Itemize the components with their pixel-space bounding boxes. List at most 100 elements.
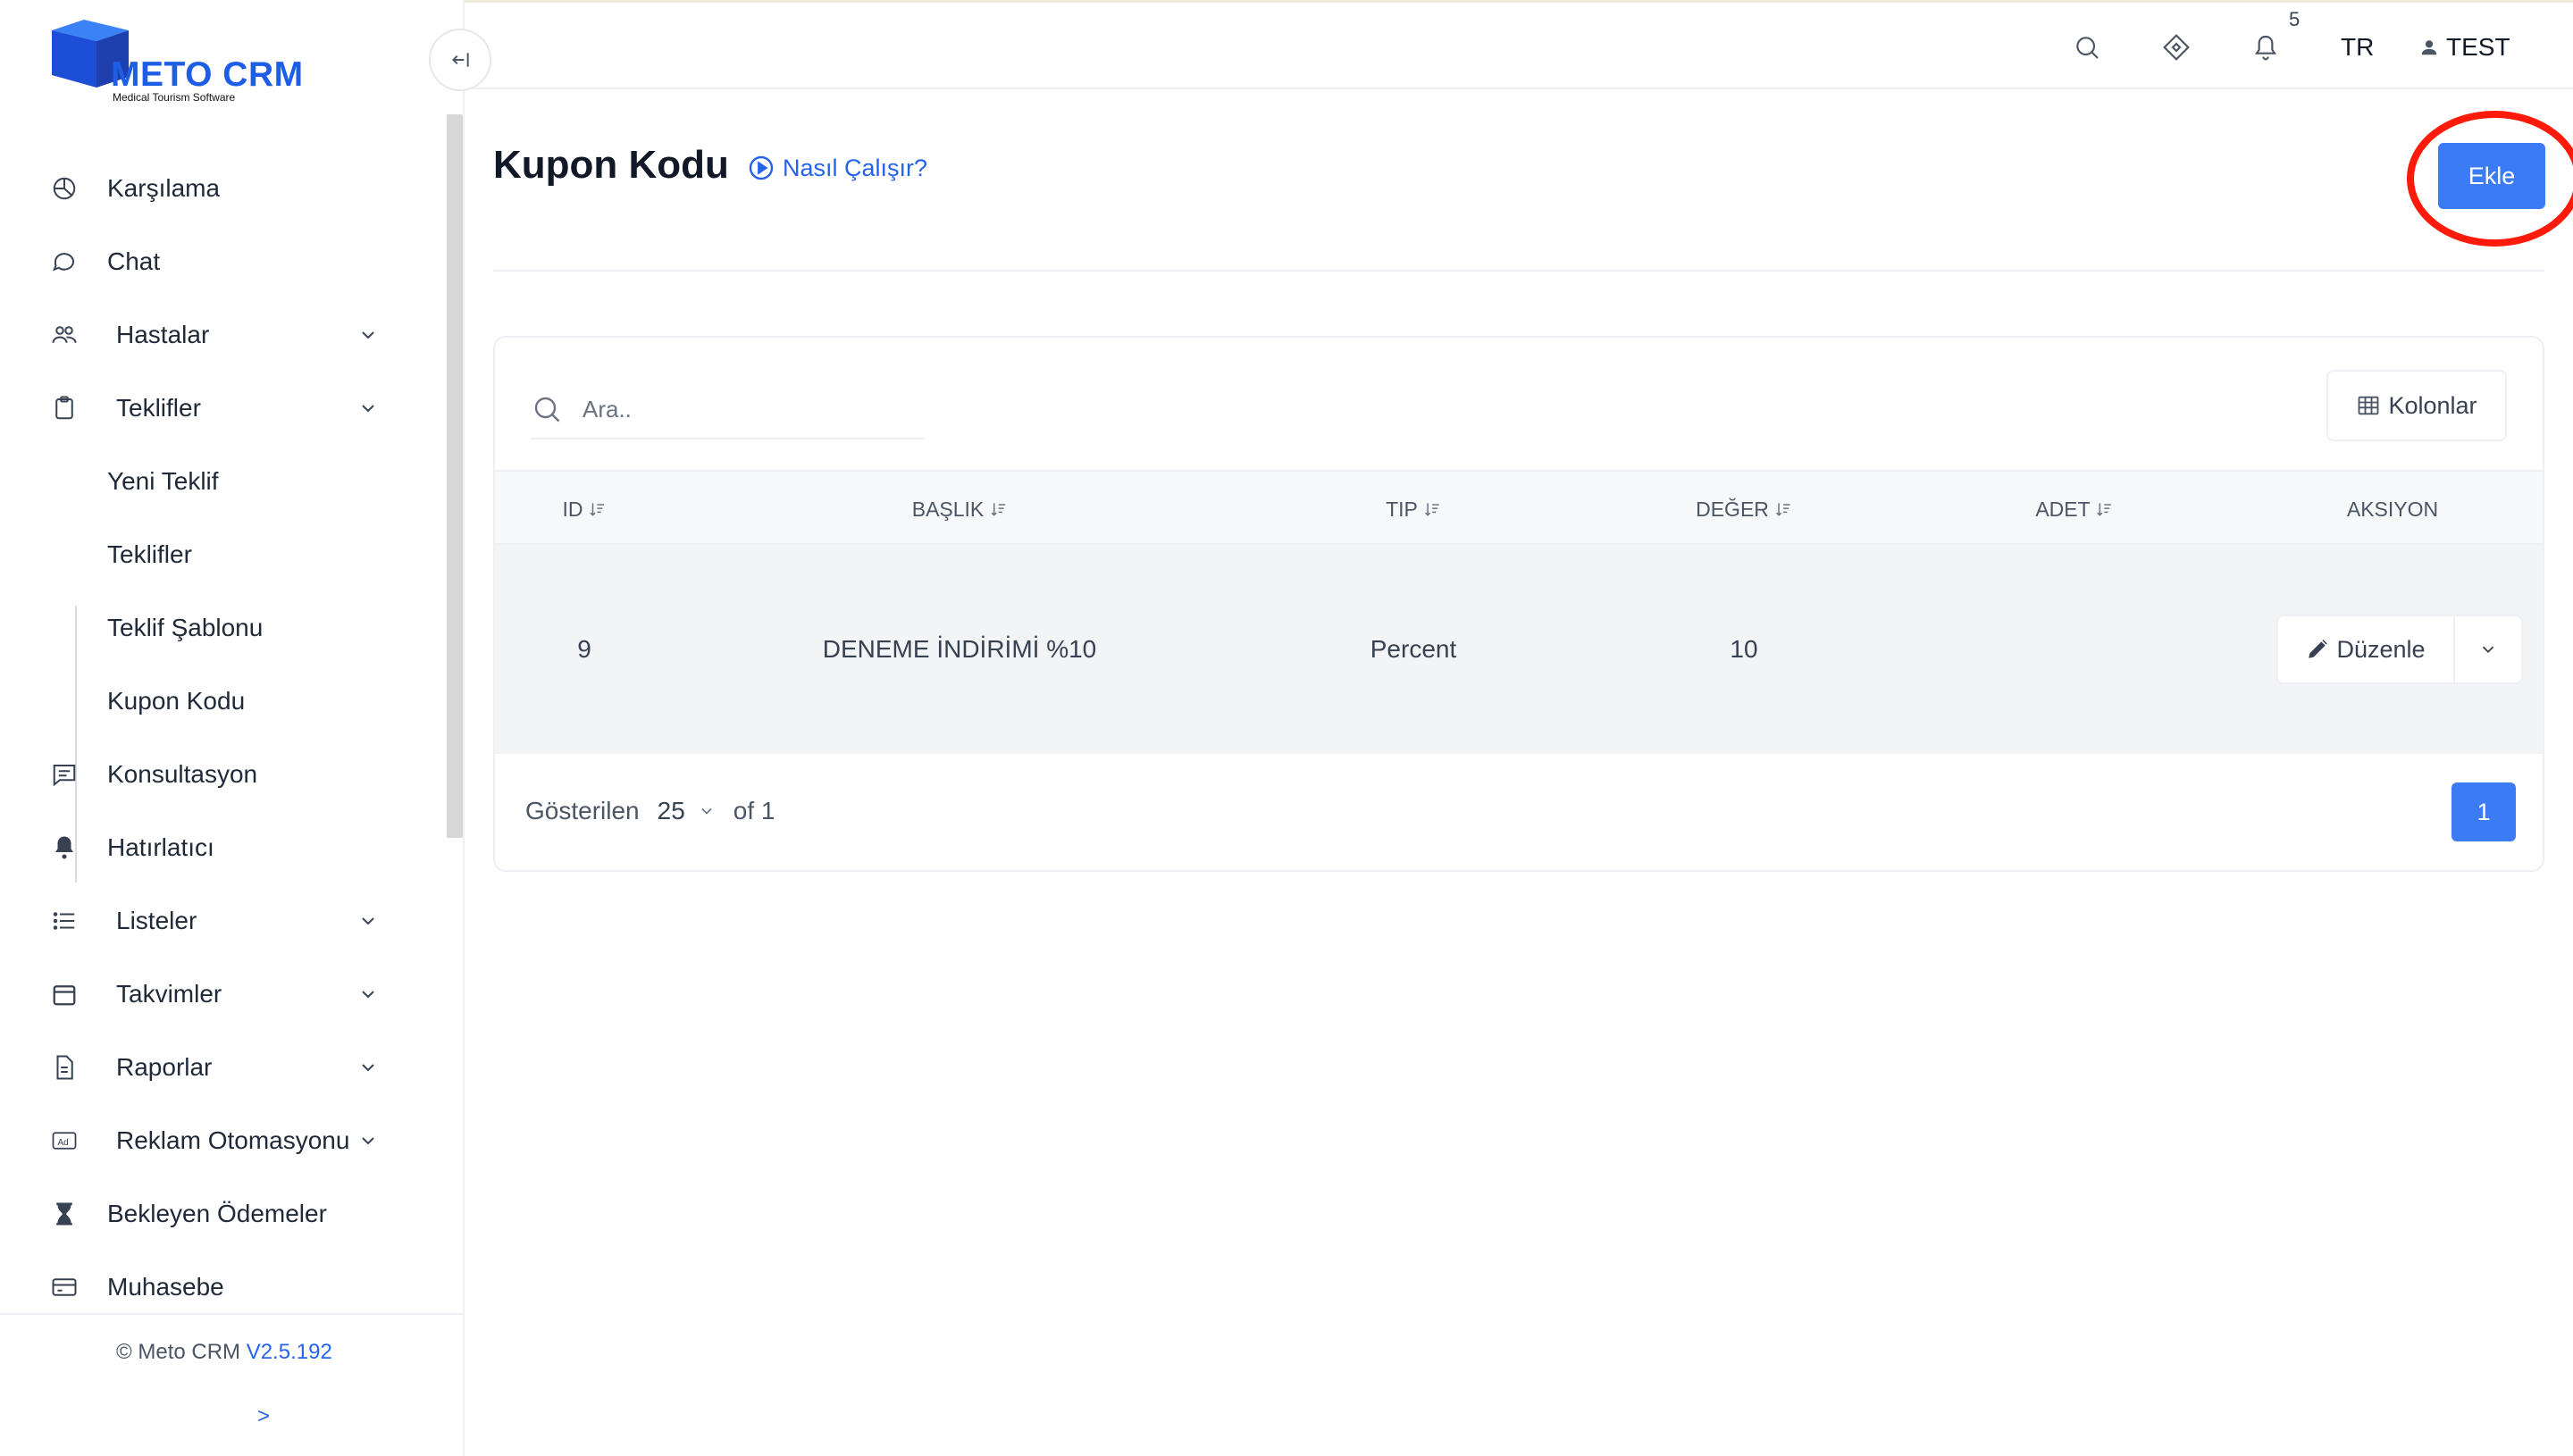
ad-icon: Ad [50,1126,79,1155]
sidebar-item-teklifler[interactable]: Teklifler [0,372,447,445]
sidebar-item-karsilama[interactable]: Karşılama [0,152,447,225]
sidebar-subitem-teklif-sablonu[interactable]: Teklif Şablonu [0,591,447,665]
chevron-down-icon[interactable] [357,910,379,932]
sidebar-item-bekleyen-odemeler[interactable]: Bekleyen Ödemeler [0,1177,447,1251]
edit-button[interactable]: Düzenle [2278,616,2455,682]
sidebar-item-label: Teklif Şablonu [107,614,264,641]
language-selector[interactable]: TR [2341,33,2374,62]
showing-label: Gösterilen [525,797,640,824]
expand-sidebar-link[interactable]: > [257,1404,270,1429]
sidebar-item-listeler[interactable]: Listeler [0,884,447,958]
sidebar-nav: Karşılama Chat Hastalar Teklifler Yeni T… [0,152,447,1324]
divider [493,270,2544,272]
pencil-icon [2309,640,2328,658]
page-title: Kupon Kodu [493,143,729,187]
sidebar-subitem-kupon-kodu[interactable]: Kupon Kodu [0,665,447,738]
cell-value: 10 [1730,635,1758,663]
search-icon [534,397,560,423]
sort-icon [991,503,1005,516]
page-total-label: of 1 [733,797,775,824]
chevron-down-icon[interactable] [357,983,379,1005]
collapse-left-icon [452,53,469,67]
pie-chart-icon [50,174,79,203]
row-actions-dropdown[interactable] [2455,616,2521,682]
row-action-group: Düzenle [2276,615,2523,684]
sidebar-item-label: Takvimler [116,980,222,1008]
sidebar-item-label: Listeler [116,907,197,934]
column-header-label: BAŞLIK [911,497,985,521]
sidebar-item-label: Chat [107,247,161,275]
column-header-title[interactable]: BAŞLIK [912,472,1008,547]
sidebar-scrollbar[interactable] [447,114,463,838]
cell-title: DENEME İNDİRİMİ %10 [822,635,1097,663]
sidebar-item-reklam-otomasyonu[interactable]: Ad Reklam Otomasyonu [0,1104,447,1177]
column-header-label: AKSIYON [2346,497,2439,521]
column-header-action: AKSIYON [2347,472,2438,547]
column-header-label: DEĞER [1696,497,1769,521]
page-size-select[interactable]: 25 [658,797,716,825]
sidebar-subitem-teklifler[interactable]: Teklifler [0,518,447,591]
users-icon [50,321,79,349]
sidebar-subitem-yeni-teklif[interactable]: Yeni Teklif [0,445,447,518]
column-header-id[interactable]: ID [563,472,607,547]
notification-bell-icon[interactable] [2248,29,2284,65]
sidebar-footer: © Meto CRM V2.5.192 > [0,1313,465,1456]
chat-bubble-icon [50,247,79,276]
page-size-value: 25 [657,797,685,824]
column-header-value[interactable]: DEĞER [1696,472,1792,547]
sidebar-item-label: Karşılama [107,174,221,202]
sidebar-item-raporlar[interactable]: Raporlar [0,1031,447,1104]
sidebar-item-label: Hastalar [116,321,210,348]
column-header-label: ADET [2035,497,2091,521]
version-label[interactable]: V2.5.192 [247,1340,332,1364]
collapse-sidebar-button[interactable] [429,29,491,91]
sidebar-item-label: Teklifler [107,540,192,568]
svg-text:Ad: Ad [58,1138,69,1148]
sidebar-item-label: Kupon Kodu [107,687,246,715]
brand-logo[interactable]: METO CRM Medical Tourism Software [48,18,316,107]
columns-button[interactable]: Kolonlar [2326,370,2507,441]
pagination: Gösterilen 25 of 1 1 [495,754,2543,870]
edit-label: Düzenle [2336,635,2426,663]
sidebar-item-konsultasyon[interactable]: Konsultasyon [0,738,447,811]
chevron-down-icon[interactable] [357,397,379,419]
message-square-icon [50,760,79,789]
sidebar-item-hatirlatici[interactable]: Hatırlatıcı [0,811,447,884]
sidebar-item-label: Teklifler [116,394,201,422]
file-icon [50,1053,79,1082]
table-grid-icon [2359,396,2379,415]
sidebar-item-chat[interactable]: Chat [0,225,447,298]
sidebar-item-label: Muhasebe [107,1273,224,1301]
column-header-type[interactable]: TIP [1386,472,1441,547]
chevron-down-icon[interactable] [357,324,379,346]
diamond-shortcut-icon[interactable] [2158,29,2194,65]
brand-name: METO CRM [111,55,304,94]
sidebar-item-label: Yeni Teklif [107,467,219,495]
user-menu[interactable]: TEST [2419,33,2510,62]
search-icon[interactable] [2069,29,2105,65]
columns-label: Kolonlar [2388,391,2477,419]
sort-icon [1424,503,1439,516]
play-circle-icon [749,155,774,180]
cell-id: 9 [577,635,591,663]
copyright-text: © Meto CRM V2.5.192 [116,1340,332,1365]
column-header-count[interactable]: ADET [2035,472,2113,547]
sidebar-item-hastalar[interactable]: Hastalar [0,298,447,372]
chevron-down-icon[interactable] [357,1057,379,1078]
sidebar-item-takvimler[interactable]: Takvimler [0,958,447,1031]
coupon-table-card: Kolonlar ID BAŞLIK TIP DEĞER ADET AKSIYO… [493,336,2544,872]
sort-icon [2097,503,2112,516]
sidebar: METO CRM Medical Tourism Software Karşıl… [0,0,465,1456]
page-button-1[interactable]: 1 [2451,782,2516,841]
chevron-down-icon[interactable] [357,1130,379,1151]
highlight-annotation-circle [2407,111,2573,247]
how-it-works-link[interactable]: Nasıl Çalışır? [747,154,927,182]
table-row[interactable]: 9 DENEME İNDİRİMİ %10 Percent 10 Düzenle [495,545,2543,754]
search-input[interactable] [582,391,922,427]
cell-type: Percent [1370,635,1457,663]
notification-count: 5 [2289,8,2301,30]
sort-icon [1775,503,1790,516]
sidebar-item-label: Konsultasyon [107,760,258,788]
list-icon [50,907,79,935]
clipboard-icon [50,394,79,423]
